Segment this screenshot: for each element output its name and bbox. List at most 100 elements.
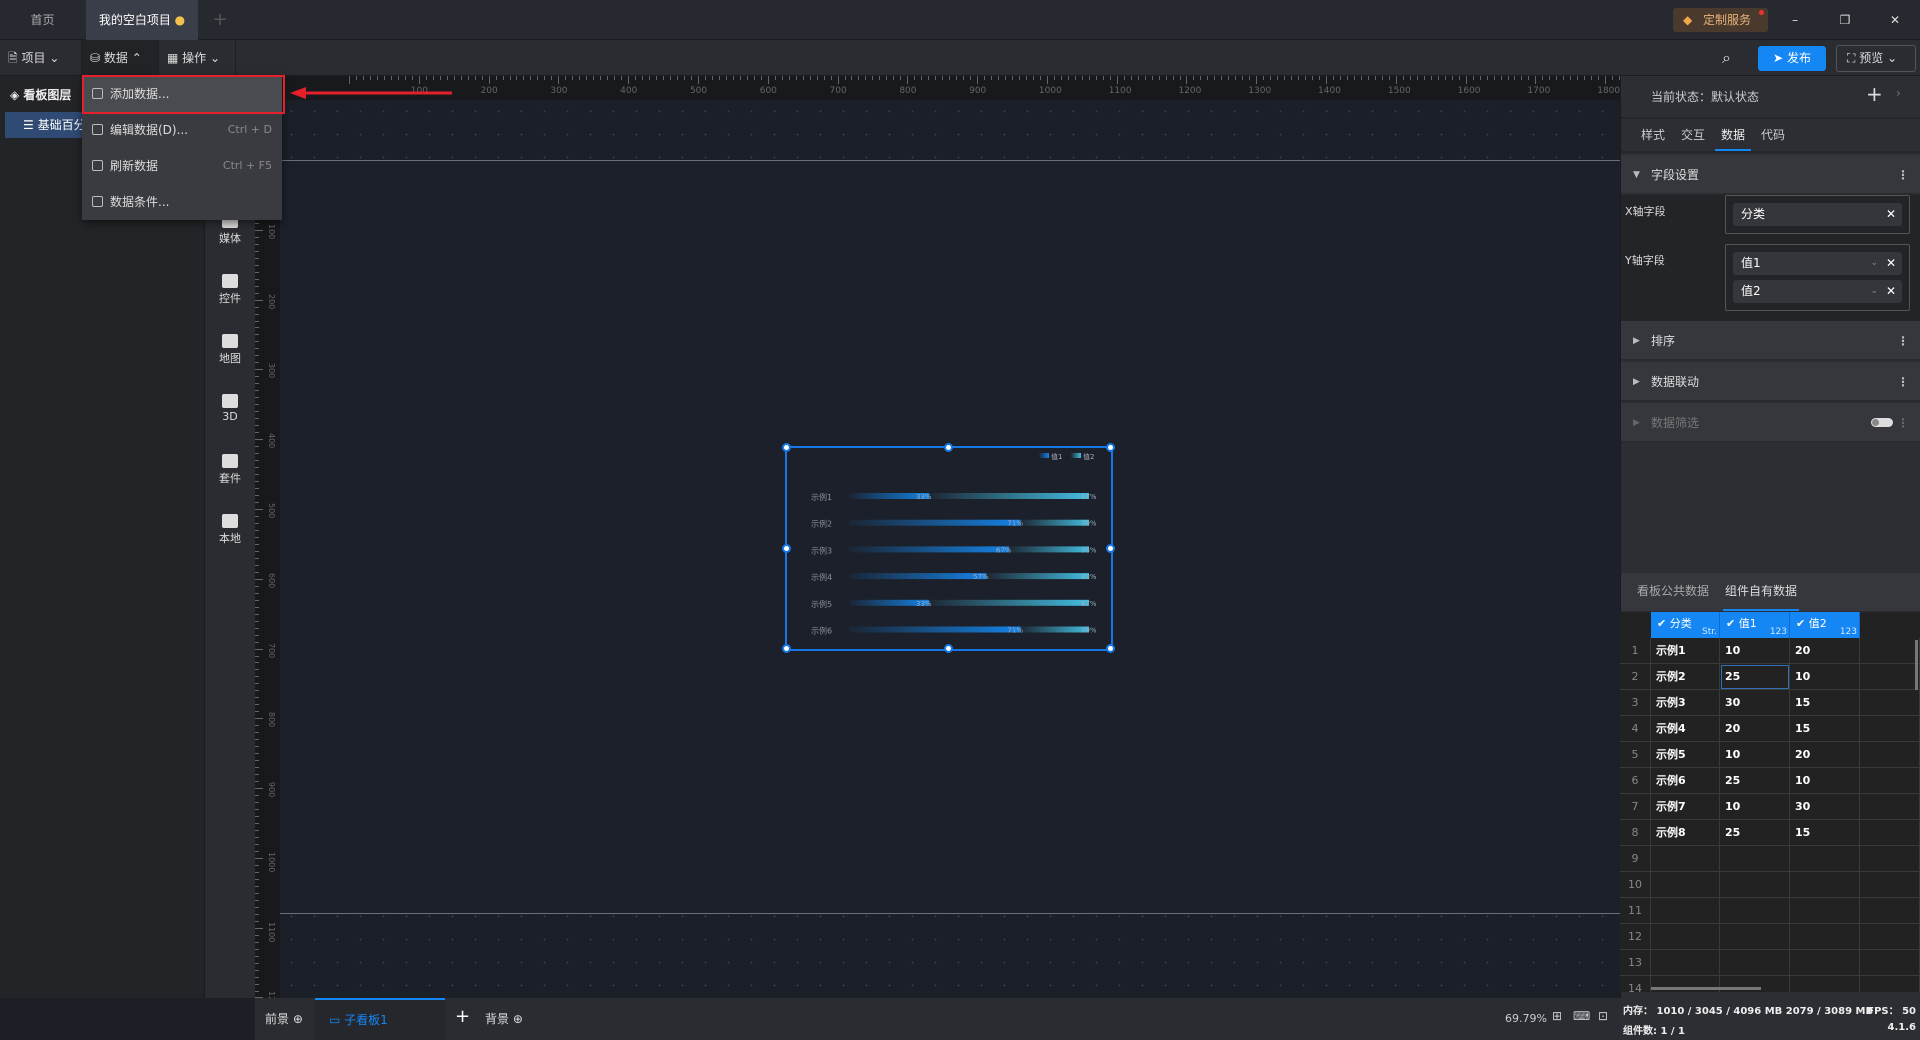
project-menu[interactable]: 🗎 项目 ⌄ <box>0 40 82 76</box>
x-field-chip[interactable]: 分类 ✕ <box>1733 203 1902 226</box>
minimize-button[interactable]: – <box>1780 0 1810 40</box>
preview-button[interactable]: ⛶ 预览 ⌄ <box>1836 45 1916 72</box>
chart-widget[interactable]: 示例1 33% 67% 示例2 71% 29% 示例3 67% 33% 示例4 57% 43% 示例5 3… <box>782 443 1115 653</box>
table-cell[interactable] <box>1790 846 1860 872</box>
resize-handle[interactable] <box>944 443 953 452</box>
operate-menu[interactable]: ▦ 操作 ⌄ <box>159 40 236 76</box>
keyboard-icon[interactable]: ⌨ <box>1573 1009 1590 1023</box>
bar-value2[interactable] <box>929 599 1089 606</box>
table-cell[interactable]: 示例8 <box>1651 820 1720 846</box>
table-cell[interactable] <box>1860 794 1920 820</box>
chevron-right-icon[interactable]: › <box>1896 86 1901 100</box>
table-cell[interactable] <box>1651 846 1720 872</box>
background-tab[interactable]: 背景 ⊕ <box>485 1010 523 1027</box>
fit-screen-icon[interactable]: ⊞ <box>1552 1009 1562 1023</box>
tab-project[interactable]: 我的空白项目 ● <box>86 0 198 40</box>
table-cell[interactable] <box>1790 898 1860 924</box>
legend-label[interactable]: 值2 <box>1083 452 1094 461</box>
table-cell[interactable] <box>1651 872 1720 898</box>
table-cell[interactable] <box>1860 638 1920 664</box>
component-category[interactable]: 套件 <box>205 454 255 486</box>
tab-home[interactable]: 首页 <box>0 0 85 40</box>
table-cell[interactable] <box>1860 664 1920 690</box>
chevron-down-icon[interactable]: ⌄ <box>1870 252 1878 275</box>
menu-item[interactable]: 数据条件... <box>82 184 282 220</box>
table-cell[interactable] <box>1860 976 1920 992</box>
table-cell[interactable]: 30 <box>1790 794 1860 820</box>
table-cell[interactable]: 25 <box>1720 664 1790 690</box>
table-cell[interactable]: 15 <box>1790 716 1860 742</box>
table-cell[interactable] <box>1860 690 1920 716</box>
resize-handle[interactable] <box>782 543 791 553</box>
property-tab[interactable]: 样式 <box>1635 119 1671 151</box>
table-cell[interactable] <box>1651 898 1720 924</box>
resize-handle[interactable] <box>1106 443 1115 452</box>
foreground-tab[interactable]: 前景 ⊕ <box>265 1010 303 1027</box>
table-cell[interactable]: 示例6 <box>1651 768 1720 794</box>
table-cell[interactable] <box>1651 950 1720 976</box>
table-cell[interactable] <box>1720 898 1790 924</box>
check-icon[interactable]: ✔ <box>1796 617 1809 630</box>
table-cell[interactable]: 20 <box>1790 638 1860 664</box>
table-cell[interactable] <box>1860 950 1920 976</box>
component-category[interactable]: 本地 <box>205 514 255 546</box>
menu-item[interactable]: 编辑数据(D)... Ctrl + D <box>82 112 282 148</box>
remove-icon[interactable]: ✕ <box>1886 280 1896 303</box>
legend-label[interactable]: 值1 <box>1051 452 1062 461</box>
table-cell[interactable]: 20 <box>1720 716 1790 742</box>
add-state-button[interactable]: + <box>1866 82 1883 106</box>
bar-value1[interactable] <box>849 519 1021 526</box>
zoom-level[interactable]: 69.79% <box>1505 1012 1547 1025</box>
resize-handle[interactable] <box>782 443 791 452</box>
data-source-tab[interactable]: 组件自有数据 <box>1723 573 1800 611</box>
table-cell[interactable]: 25 <box>1720 768 1790 794</box>
bar-value1[interactable] <box>849 626 1021 633</box>
property-tab[interactable]: 数据 <box>1715 119 1751 151</box>
add-board-button[interactable]: + <box>455 1006 470 1027</box>
table-cell[interactable] <box>1720 846 1790 872</box>
custom-service-button[interactable]: ◆ 定制服务 <box>1673 8 1768 32</box>
table-cell[interactable] <box>1790 872 1860 898</box>
table-cell[interactable] <box>1860 872 1920 898</box>
filter-header[interactable]: ▶ 数据筛选 ⋮ <box>1621 403 1920 443</box>
bar-value1[interactable] <box>849 573 987 580</box>
table-cell[interactable]: 15 <box>1790 820 1860 846</box>
table-cell[interactable] <box>1860 768 1920 794</box>
component-category[interactable]: 3D <box>205 394 255 423</box>
table-cell[interactable]: 30 <box>1720 690 1790 716</box>
more-icon[interactable]: ⋮ <box>1897 321 1909 361</box>
resize-handle[interactable] <box>1106 543 1115 553</box>
remove-icon[interactable]: ✕ <box>1886 252 1896 275</box>
table-cell[interactable] <box>1860 898 1920 924</box>
component-category[interactable]: 控件 <box>205 274 255 306</box>
column-header[interactable]: ✔ 值1 123 <box>1720 612 1790 638</box>
table-cell[interactable]: 示例4 <box>1651 716 1720 742</box>
menu-item[interactable]: 刷新数据 Ctrl + F5 <box>82 148 282 184</box>
more-icon[interactable]: ⋮ <box>1897 155 1909 195</box>
table-cell[interactable] <box>1720 924 1790 950</box>
add-circle-icon[interactable]: ⊕ <box>293 1012 303 1026</box>
bar-value2[interactable] <box>929 493 1089 499</box>
subboard-tab[interactable]: ▭ 子看板1 <box>315 998 445 1040</box>
field-settings-header[interactable]: ▼ 字段设置 ⋮ <box>1621 155 1920 195</box>
sort-header[interactable]: ▶ 排序 ⋮ <box>1621 321 1920 361</box>
more-icon[interactable]: ⋮ <box>1897 403 1909 443</box>
y-field-chip[interactable]: 值2 ⌄ ✕ <box>1733 280 1902 303</box>
table-cell[interactable]: 10 <box>1720 742 1790 768</box>
table-cell[interactable] <box>1860 924 1920 950</box>
table-cell[interactable] <box>1720 950 1790 976</box>
close-button[interactable]: ✕ <box>1880 0 1910 40</box>
bar-value1[interactable] <box>849 546 1009 553</box>
table-cell[interactable] <box>1860 820 1920 846</box>
table-cell[interactable] <box>1651 924 1720 950</box>
table-cell[interactable]: 10 <box>1790 768 1860 794</box>
column-header[interactable]: ✔ 值2 123 <box>1790 612 1860 638</box>
property-tab[interactable]: 交互 <box>1675 119 1711 151</box>
table-cell[interactable] <box>1860 846 1920 872</box>
search-icon[interactable]: ⌕ <box>1722 48 1731 68</box>
resize-handle[interactable] <box>1106 644 1115 653</box>
check-icon[interactable]: ✔ <box>1726 617 1739 630</box>
table-cell[interactable]: 示例2 <box>1651 664 1720 690</box>
table-cell[interactable]: 示例3 <box>1651 690 1720 716</box>
property-tab[interactable]: 代码 <box>1755 119 1791 151</box>
